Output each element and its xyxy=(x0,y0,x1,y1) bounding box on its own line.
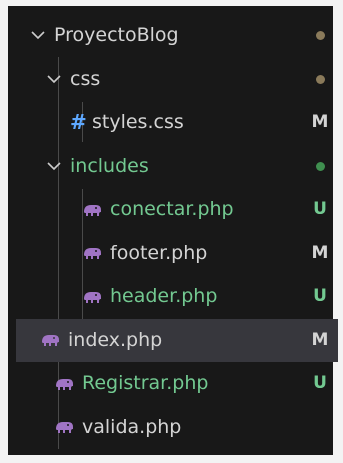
file-label: styles.css xyxy=(92,111,184,133)
folder-row-includes[interactable]: includes xyxy=(30,145,338,189)
file-label: index.php xyxy=(68,328,163,351)
folder-row-proyectoblog[interactable]: ProyectoBlog xyxy=(30,14,338,58)
file-row-conectar-php[interactable]: conectar.php U xyxy=(30,188,338,232)
status-dot xyxy=(316,161,325,171)
git-status-badge: U xyxy=(313,199,327,219)
file-row-header-php[interactable]: header.php U xyxy=(30,275,338,319)
file-row-footer-php[interactable]: footer.php M xyxy=(30,232,338,276)
git-status-badge: M xyxy=(311,242,329,263)
file-label: valida.php xyxy=(82,415,182,438)
folder-row-css[interactable]: css xyxy=(30,58,338,102)
explorer-panel: ProyectoBlog css # styles.css M includes xyxy=(0,0,343,463)
folder-label: ProyectoBlog xyxy=(54,24,179,46)
file-row-styles-css[interactable]: # styles.css M xyxy=(30,101,338,145)
php-elephant-icon xyxy=(82,232,102,276)
git-status-badge: M xyxy=(311,329,329,350)
php-elephant-icon xyxy=(54,406,74,450)
php-elephant-icon xyxy=(82,188,102,232)
git-status-badge: U xyxy=(313,286,327,306)
file-row-registrar-php[interactable]: Registrar.php U xyxy=(30,362,338,406)
git-status-badge: M xyxy=(311,112,329,132)
file-label: Registrar.php xyxy=(82,372,209,394)
status-dot xyxy=(316,74,325,84)
status-dot xyxy=(316,31,325,40)
git-status-badge: U xyxy=(313,373,327,393)
chevron-down-icon[interactable] xyxy=(46,58,62,102)
file-tree: ProyectoBlog css # styles.css M includes xyxy=(16,14,338,450)
chevron-down-icon[interactable] xyxy=(30,14,46,58)
file-label: header.php xyxy=(110,285,218,307)
php-elephant-icon xyxy=(82,275,102,319)
folder-label: includes xyxy=(70,154,149,177)
chevron-down-icon[interactable] xyxy=(46,145,62,189)
php-elephant-icon xyxy=(54,362,74,406)
file-row-index-php[interactable]: index.php M xyxy=(16,318,338,363)
css-file-icon: # xyxy=(70,110,87,134)
php-elephant-icon xyxy=(40,319,60,363)
file-row-valida-php[interactable]: valida.php xyxy=(30,406,338,450)
file-label: footer.php xyxy=(110,241,208,264)
file-label: conectar.php xyxy=(110,198,234,220)
folder-label: css xyxy=(70,67,101,90)
